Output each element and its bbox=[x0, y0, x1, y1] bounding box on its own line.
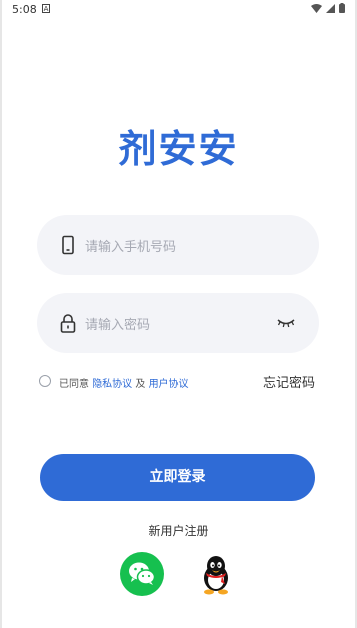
signal-icon bbox=[326, 3, 335, 13]
notification-badge-icon: A bbox=[42, 4, 50, 13]
status-bar: 5:08 A bbox=[0, 0, 357, 20]
password-placeholder: 请输入密码 bbox=[85, 318, 151, 333]
login-button[interactable]: 立即登录 bbox=[40, 454, 315, 501]
eye-closed-icon[interactable] bbox=[277, 317, 295, 329]
qq-icon bbox=[204, 556, 228, 595]
phone-placeholder: 请输入手机号码 bbox=[85, 240, 177, 255]
wechat-login-button[interactable] bbox=[120, 552, 164, 596]
agreement-prefix: 已同意 bbox=[59, 379, 89, 390]
qq-login-button[interactable] bbox=[194, 552, 238, 596]
forgot-password-link[interactable]: 忘记密码 bbox=[263, 372, 315, 391]
phone-icon bbox=[62, 235, 74, 255]
agreement-connector: 及 bbox=[135, 379, 146, 390]
password-input[interactable]: 请输入密码 bbox=[37, 293, 319, 353]
status-icons bbox=[311, 3, 345, 13]
wifi-icon bbox=[311, 3, 322, 13]
battery-icon bbox=[339, 3, 345, 13]
user-agreement-link[interactable]: 用户协议 bbox=[149, 379, 189, 390]
status-time: 5:08 bbox=[12, 3, 37, 16]
agree-radio[interactable] bbox=[39, 375, 51, 387]
agreement-text: 已同意 隐私协议 及 用户协议 bbox=[59, 375, 189, 390]
wechat-icon bbox=[129, 562, 156, 585]
privacy-link[interactable]: 隐私协议 bbox=[92, 379, 132, 390]
lock-icon bbox=[60, 314, 76, 333]
phone-input[interactable]: 请输入手机号码 bbox=[37, 215, 319, 275]
register-link[interactable]: 新用户注册 bbox=[0, 522, 357, 539]
app-title: 剂安安 bbox=[118, 126, 239, 171]
